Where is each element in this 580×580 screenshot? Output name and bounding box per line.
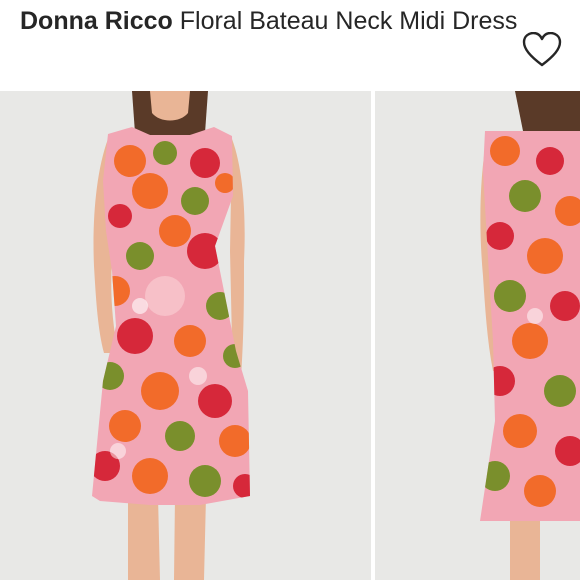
dress-front-illustration	[0, 91, 371, 580]
product-photo-back[interactable]	[375, 91, 580, 580]
dress-back-illustration	[375, 91, 580, 580]
product-title: Donna Ricco Floral Bateau Neck Midi Dres…	[20, 2, 520, 40]
product-name: Floral Bateau Neck Midi Dress	[179, 7, 518, 35]
brand-name: Donna Ricco	[20, 7, 173, 35]
image-gallery[interactable]	[0, 91, 580, 580]
listing-header: Donna Ricco Floral Bateau Neck Midi Dres…	[0, 0, 580, 88]
favorite-button[interactable]	[522, 31, 562, 68]
product-photo-front[interactable]	[0, 91, 371, 580]
heart-icon	[522, 31, 562, 67]
